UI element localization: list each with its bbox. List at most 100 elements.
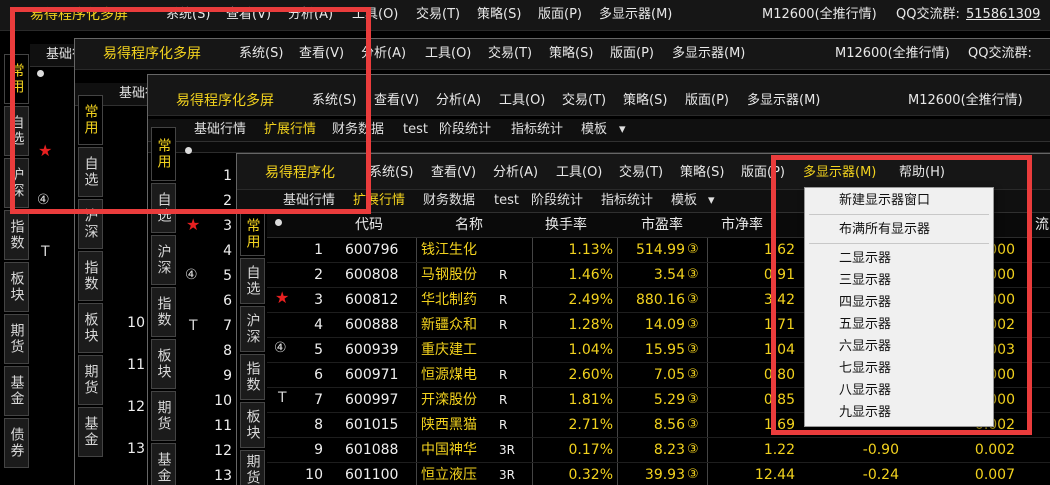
- row-index: 4: [223, 243, 232, 259]
- menu-strategy[interactable]: 策略(S): [477, 0, 521, 30]
- menu-analysis[interactable]: 分析(A): [288, 0, 333, 30]
- menu-item-display-6[interactable]: 六显示器: [839, 337, 891, 357]
- side-tab-sector[interactable]: 板块: [78, 303, 103, 353]
- menu-multi-display[interactable]: 多显示器(M): [672, 39, 745, 69]
- stock-code: 601100: [345, 467, 399, 483]
- float-value: 0.002: [974, 442, 1015, 458]
- side-tab-shsz[interactable]: 沪深: [78, 199, 103, 249]
- menu-item-display-8[interactable]: 八显示器: [839, 381, 891, 401]
- menu-trade[interactable]: 交易(T): [416, 0, 460, 30]
- tabs-more-icon[interactable]: ▾: [708, 190, 715, 212]
- row-index: 10: [127, 315, 145, 331]
- tabs-more-icon[interactable]: ▾: [619, 119, 626, 141]
- menu-item-display-4[interactable]: 四显示器: [839, 293, 891, 313]
- tab-indicator-stats[interactable]: 指标统计: [601, 190, 653, 212]
- side-tab-futures[interactable]: 期货: [78, 355, 103, 405]
- side-tab-index[interactable]: 指数: [151, 287, 176, 337]
- col-turnover[interactable]: 换手率: [545, 213, 587, 237]
- menu-analysis[interactable]: 分析(A): [361, 39, 406, 69]
- side-tab-shsz[interactable]: 沪深: [240, 306, 265, 352]
- menu-analysis[interactable]: 分析(A): [493, 154, 538, 192]
- menu-tools[interactable]: 工具(O): [425, 39, 471, 69]
- tab-template[interactable]: 模板: [671, 190, 697, 212]
- menu-view[interactable]: 查看(V): [226, 0, 271, 30]
- side-tab-sector[interactable]: 板块: [4, 262, 29, 312]
- stock-name: 陕西黑猫: [421, 417, 477, 433]
- tab-extended[interactable]: 扩展行情: [264, 119, 316, 141]
- side-tab-fund[interactable]: 基金: [4, 366, 29, 416]
- menu-trade[interactable]: 交易(T): [488, 39, 532, 69]
- col-pb[interactable]: 市净率: [721, 213, 763, 237]
- menu-layout[interactable]: 版面(P): [610, 39, 654, 69]
- tab-test[interactable]: test: [403, 119, 428, 141]
- side-tab-common[interactable]: 常用: [78, 95, 103, 145]
- side-tab-index[interactable]: 指数: [240, 354, 265, 400]
- qq-label: QQ交流群:: [968, 46, 1032, 61]
- side-tab-bond[interactable]: 债券: [4, 418, 29, 468]
- menu-item-fill-all-displays[interactable]: 布满所有显示器: [839, 220, 930, 240]
- tab-basic[interactable]: 基础行情: [194, 119, 246, 141]
- qq-number[interactable]: 515861309: [966, 0, 1040, 30]
- row-index: 12: [127, 399, 145, 415]
- side-tab-watchlist[interactable]: 自选: [151, 183, 176, 233]
- side-tab-common[interactable]: 常用: [151, 127, 176, 181]
- side-tab-shsz[interactable]: 沪深: [4, 158, 29, 208]
- menu-trade[interactable]: 交易(T): [619, 154, 663, 192]
- side-tab-watchlist[interactable]: 自选: [240, 258, 265, 304]
- menu-item-display-9[interactable]: 九显示器: [839, 403, 891, 423]
- col-pe[interactable]: 市盈率: [641, 213, 683, 237]
- menu-strategy[interactable]: 策略(S): [549, 39, 593, 69]
- side-tab-watchlist[interactable]: 自选: [78, 147, 103, 197]
- side-tab-common[interactable]: 常用: [4, 54, 29, 104]
- side-tab-fund[interactable]: 基金: [78, 407, 103, 457]
- side-tab-watchlist[interactable]: 自选: [4, 106, 29, 156]
- menu-system[interactable]: 系统(S): [369, 154, 413, 192]
- side-tab-index[interactable]: 指数: [4, 210, 29, 260]
- tab-financial[interactable]: 财务数据: [332, 119, 384, 141]
- menu-item-display-5[interactable]: 五显示器: [839, 315, 891, 335]
- menu-view[interactable]: 查看(V): [431, 154, 476, 192]
- tab-extended[interactable]: 扩展行情: [353, 190, 405, 212]
- menu-item-display-3[interactable]: 三显示器: [839, 271, 891, 291]
- side-tab-common[interactable]: 常用: [240, 212, 265, 256]
- tab-basic[interactable]: 基础行情: [283, 190, 335, 212]
- side-tab-sector[interactable]: 板块: [151, 339, 176, 389]
- stock-flag: R: [499, 393, 508, 407]
- stock-name: 恒源煤电: [421, 367, 477, 383]
- col-code[interactable]: 代码: [355, 213, 383, 237]
- tab-indicator-stats[interactable]: 指标统计: [511, 119, 563, 141]
- menu-tools[interactable]: 工具(O): [352, 0, 398, 30]
- col-float[interactable]: 流: [1035, 213, 1049, 237]
- menu-layout[interactable]: 版面(P): [741, 154, 785, 192]
- menu-system[interactable]: 系统(S): [166, 0, 210, 30]
- row-number: 1: [314, 242, 323, 258]
- side-tab-fund[interactable]: 基金: [151, 443, 176, 485]
- menu-system[interactable]: 系统(S): [239, 39, 283, 69]
- menu-tools[interactable]: 工具(O): [556, 154, 602, 192]
- pe-circle-mark: ③: [687, 467, 699, 482]
- side-tab-futures[interactable]: 期货: [151, 391, 176, 441]
- tab-test[interactable]: test: [494, 190, 519, 212]
- col-name[interactable]: 名称: [455, 213, 483, 237]
- row-index: 5: [223, 268, 232, 284]
- menu-item-display-7[interactable]: 七显示器: [839, 359, 891, 379]
- row-index: 1: [223, 168, 232, 184]
- menu-view[interactable]: 查看(V): [299, 39, 344, 69]
- side-tab-futures[interactable]: 期货: [4, 314, 29, 364]
- menu-layout[interactable]: 版面(P): [538, 0, 582, 30]
- menu-strategy[interactable]: 策略(S): [680, 154, 724, 192]
- tab-template[interactable]: 模板: [581, 119, 607, 141]
- menu-multi-display[interactable]: 多显示器(M): [599, 0, 672, 30]
- side-tab-sector[interactable]: 板块: [240, 402, 265, 448]
- side-tab-futures[interactable]: 期货: [240, 450, 265, 485]
- stock-code: 600812: [345, 292, 399, 308]
- tab-stage-stats[interactable]: 阶段统计: [439, 119, 491, 141]
- row-dot: [37, 70, 44, 77]
- tab-financial[interactable]: 财务数据: [423, 190, 475, 212]
- tab-stage-stats[interactable]: 阶段统计: [531, 190, 583, 212]
- pb-ratio: 1.62: [763, 242, 795, 258]
- menu-item-display-2[interactable]: 二显示器: [839, 249, 891, 269]
- side-tab-index[interactable]: 指数: [78, 251, 103, 301]
- menu-item-new-display-window[interactable]: 新建显示器窗口: [839, 191, 930, 211]
- side-tab-shsz[interactable]: 沪深: [151, 235, 176, 285]
